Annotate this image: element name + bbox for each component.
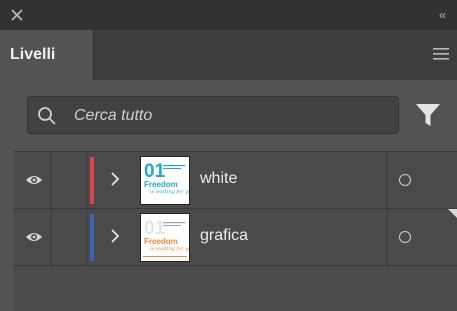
search-row	[6, 96, 457, 134]
chevron-right-icon[interactable]	[110, 172, 120, 186]
svg-text:01: 01	[144, 161, 166, 182]
column-divider	[86, 209, 87, 266]
layers-panel: Livelli Cerca tutto 01 Freedom is waitin…	[6, 30, 457, 311]
filter-icon[interactable]	[415, 102, 441, 128]
panel-tab-strip: Livelli	[6, 30, 457, 80]
layer-row-white[interactable]: 01 Freedom is waiting for you! white	[14, 152, 457, 209]
hamburger-menu-icon[interactable]	[433, 48, 449, 60]
selection-corner-marker	[448, 209, 457, 218]
search-icon	[38, 107, 56, 125]
column-divider	[86, 152, 87, 209]
layer-color-bar	[90, 157, 94, 204]
target-circle-icon[interactable]	[399, 174, 411, 186]
layer-name[interactable]: grafica	[200, 227, 248, 245]
column-divider	[387, 152, 388, 209]
window-title-bar: ‹‹	[0, 0, 457, 30]
column-divider	[387, 209, 388, 266]
close-icon[interactable]	[10, 8, 24, 22]
thumbnail-artwork: 01 Freedom is waiting for you!	[143, 218, 189, 257]
eye-icon[interactable]	[25, 173, 43, 187]
svg-text:is waiting for you!: is waiting for you!	[150, 189, 189, 195]
svg-text:Freedom: Freedom	[144, 180, 178, 189]
svg-text:01: 01	[144, 218, 166, 239]
search-input[interactable]	[74, 105, 374, 127]
layer-thumbnail: 01 Freedom is waiting for you!	[140, 156, 190, 205]
eye-icon[interactable]	[25, 230, 43, 244]
column-divider	[51, 209, 52, 266]
layer-thumbnail: 01 Freedom is waiting for you!	[140, 213, 190, 262]
search-box[interactable]	[27, 96, 399, 134]
svg-text:Freedom: Freedom	[144, 237, 178, 246]
column-divider	[51, 152, 52, 209]
tab-livelli-label: Livelli	[10, 46, 56, 63]
chevron-right-icon[interactable]	[110, 229, 120, 243]
layers-list: 01 Freedom is waiting for you! white	[14, 151, 457, 311]
layer-name[interactable]: white	[200, 170, 237, 188]
svg-text:is waiting for you!: is waiting for you!	[150, 246, 189, 252]
layer-row-grafica[interactable]: 01 Freedom is waiting for you! grafica	[14, 209, 457, 266]
tab-livelli[interactable]: Livelli	[6, 30, 94, 80]
target-circle-icon[interactable]	[399, 231, 411, 243]
thumbnail-artwork: 01 Freedom is waiting for you!	[144, 161, 189, 195]
layer-color-bar	[90, 214, 94, 261]
collapse-chevrons-icon[interactable]: ‹‹	[439, 8, 446, 22]
